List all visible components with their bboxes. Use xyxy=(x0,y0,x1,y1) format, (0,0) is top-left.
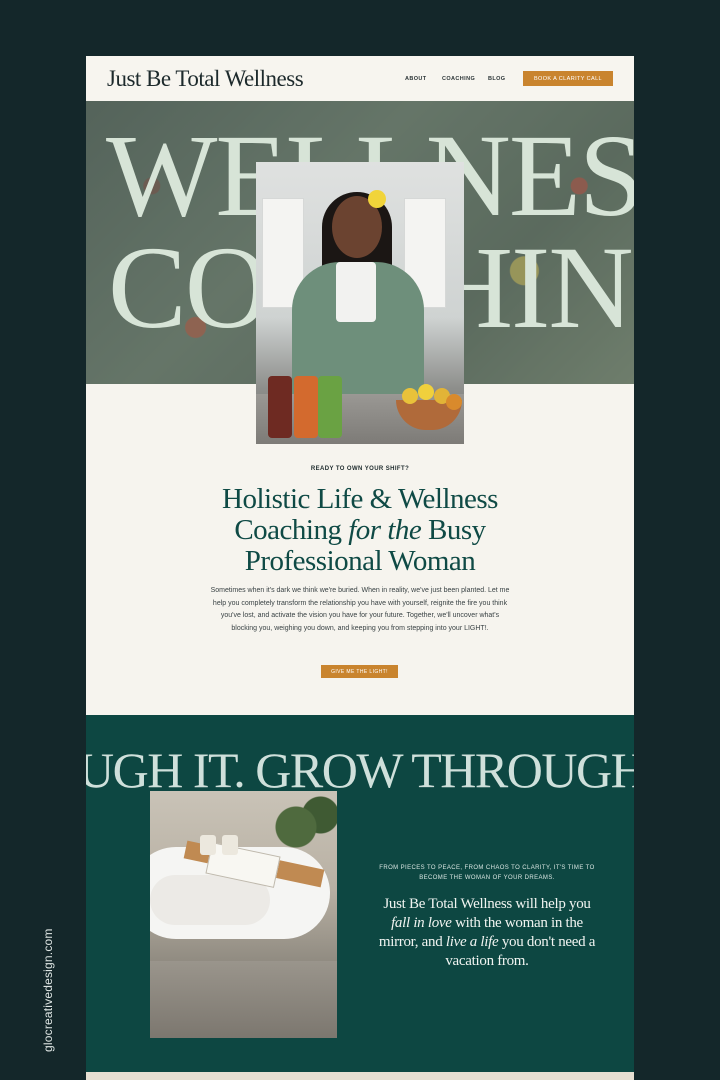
site-header: Just Be Total Wellness ABOUT COACHING BL… xyxy=(86,56,634,101)
plant xyxy=(268,791,337,851)
fruit-orange xyxy=(446,394,462,410)
fruit-lemon xyxy=(418,384,434,400)
fruit-lemon xyxy=(402,388,418,404)
juice-jar-red xyxy=(268,376,292,438)
book-clarity-call-button[interactable]: BOOK A CLARITY CALL xyxy=(523,71,613,86)
lemon-ball xyxy=(368,190,386,208)
scrolling-marquee-text: UGH IT. GROW THROUGH xyxy=(86,742,634,798)
headline-italic: for the xyxy=(348,514,422,546)
section-eyebrow: FROM PIECES TO PEACE, FROM CHAOS TO CLAR… xyxy=(379,865,595,881)
candle xyxy=(200,835,216,855)
nav-coaching-link[interactable]: COACHING xyxy=(442,76,475,82)
next-section-edge xyxy=(86,1072,634,1080)
designer-credit: glocreativedesign.com xyxy=(41,928,55,1052)
section-quote: Just Be Total Wellness will help you fal… xyxy=(376,895,598,971)
grow-through-section: UGH IT. GROW THROUGH FROM PIECES TO PEAC… xyxy=(86,715,634,1072)
juice-jar-orange xyxy=(294,376,318,438)
nav-blog-link[interactable]: BLOG xyxy=(488,76,506,82)
intro-headline: Holistic Life & Wellness Coaching for th… xyxy=(86,484,634,577)
headline-line-2a: Coaching xyxy=(234,514,349,546)
bathroom-floor xyxy=(150,961,337,1038)
quote-italic: live a life xyxy=(445,934,499,950)
headline-line-2b: Busy xyxy=(421,514,486,546)
juice-jar-green xyxy=(318,376,342,438)
give-me-the-light-button[interactable]: GIVE ME THE LIGHT! xyxy=(321,665,398,678)
quote-italic: fall in love xyxy=(391,915,452,931)
intro-body-text: Sometimes when it's dark we think we're … xyxy=(210,587,510,632)
quote-text: Just Be Total Wellness will help you xyxy=(383,896,591,912)
headline-line-3: Professional Woman xyxy=(244,545,476,577)
nav-about-link[interactable]: ABOUT xyxy=(405,76,427,82)
person-shirt xyxy=(336,262,376,322)
candle xyxy=(222,835,238,855)
site-logo[interactable]: Just Be Total Wellness xyxy=(107,66,304,92)
bath-photo xyxy=(150,791,337,1038)
headline-line-1: Holistic Life & Wellness xyxy=(222,483,498,515)
hero-portrait-photo xyxy=(256,162,464,444)
intro-eyebrow: READY TO OWN YOUR SHIFT? xyxy=(310,466,410,472)
website-page: Just Be Total Wellness ABOUT COACHING BL… xyxy=(86,56,634,1080)
